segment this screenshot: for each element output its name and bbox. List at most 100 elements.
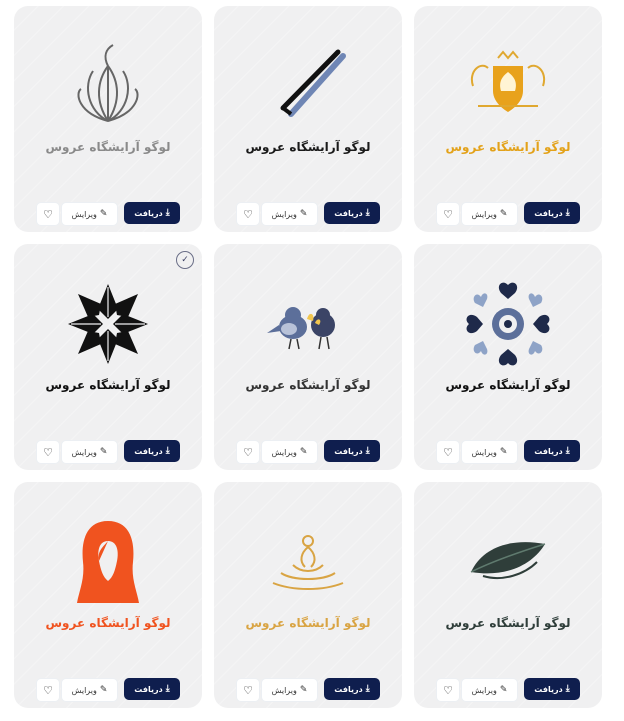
heart-icon: ♡ [243, 207, 253, 221]
download-label: دریافت [134, 446, 163, 456]
gold-meditation-logo [214, 516, 402, 608]
like-button[interactable]: ♡ [236, 678, 260, 702]
card-caption: لوگو آرایشگاه عروس [245, 616, 371, 630]
download-button[interactable]: ⤓ دریافت [324, 440, 380, 462]
card-actions: ♡ ✎ ویرایش ⤓ دریافت [436, 440, 580, 464]
edit-button[interactable]: ✎ ویرایش [61, 440, 118, 464]
logo-card[interactable]: لوگو آرایشگاه عروس ♡ ✎ ویرایش ⤓ دریافت [414, 482, 602, 708]
card-caption: لوگو آرایشگاه عروس [45, 616, 171, 630]
heart-icon: ♡ [443, 683, 453, 697]
download-label: دریافت [334, 446, 363, 456]
snowflake-logo [14, 278, 202, 370]
heart-mandala-logo [414, 278, 602, 370]
card-caption: لوگو آرایشگاه عروس [245, 378, 371, 392]
download-button[interactable]: ⤓ دریافت [524, 678, 580, 700]
download-label: دریافت [534, 446, 563, 456]
download-icon: ⤓ [165, 445, 170, 456]
download-label: دریافت [534, 684, 563, 694]
edit-label: ویرایش [471, 685, 497, 695]
edit-label: ویرایش [71, 209, 97, 219]
pencil-icon: ✎ [299, 208, 308, 219]
edit-button[interactable]: ✎ ویرایش [461, 440, 518, 464]
download-button[interactable]: ⤓ دریافت [124, 440, 180, 462]
edit-label: ویرایش [471, 209, 497, 219]
green-leaf-logo [414, 516, 602, 608]
edit-label: ویرایش [471, 447, 497, 457]
card-caption: لوگو آرایشگاه عروس [445, 140, 571, 154]
download-button[interactable]: ⤓ دریافت [524, 202, 580, 224]
pencil-icon: ✎ [99, 446, 108, 457]
download-button[interactable]: ⤓ دریافت [124, 202, 180, 224]
pencil-icon: ✎ [499, 684, 508, 695]
logo-card[interactable]: لوگو آرایشگاه عروس ♡ ✎ ویرایش ⤓ دریافت [14, 482, 202, 708]
tweezers-logo [214, 40, 402, 132]
pencil-icon: ✎ [99, 208, 108, 219]
like-button[interactable]: ♡ [236, 202, 260, 226]
heart-icon: ♡ [443, 207, 453, 221]
card-caption: لوگو آرایشگاه عروس [45, 378, 171, 392]
pencil-icon: ✎ [99, 684, 108, 695]
logo-card[interactable]: لوگو آرایشگاه عروس ♡ ✎ ویرایش ⤓ دریافت [414, 244, 602, 470]
download-icon: ⤓ [365, 683, 370, 694]
like-button[interactable]: ♡ [36, 678, 60, 702]
heart-icon: ♡ [443, 445, 453, 459]
pencil-icon: ✎ [499, 208, 508, 219]
card-caption: لوگو آرایشگاه عروس [445, 378, 571, 392]
card-caption: لوگو آرایشگاه عروس [445, 616, 571, 630]
download-icon: ⤓ [565, 683, 570, 694]
card-actions: ♡ ✎ ویرایش ⤓ دریافت [36, 440, 180, 464]
download-icon: ⤓ [365, 445, 370, 456]
edit-button[interactable]: ✎ ویرایش [261, 440, 318, 464]
edit-button[interactable]: ✎ ویرایش [261, 678, 318, 702]
download-button[interactable]: ⤓ دریافت [324, 202, 380, 224]
download-label: دریافت [134, 684, 163, 694]
logo-card[interactable]: ✓ لوگو آرایشگاه عروس ♡ ✎ ویرایش ⤓ دریافت [14, 244, 202, 470]
download-button[interactable]: ⤓ دریافت [124, 678, 180, 700]
edit-button[interactable]: ✎ ویرایش [61, 678, 118, 702]
pencil-icon: ✎ [299, 684, 308, 695]
download-icon: ⤓ [565, 207, 570, 218]
logo-card[interactable]: لوگو آرایشگاه عروس ♡ ✎ ویرایش ⤓ دریافت [214, 6, 402, 232]
download-icon: ⤓ [565, 445, 570, 456]
badge-check-icon: ✓ [176, 251, 194, 269]
like-button[interactable]: ♡ [436, 440, 460, 464]
edit-label: ویرایش [271, 447, 297, 457]
edit-button[interactable]: ✎ ویرایش [61, 202, 118, 226]
edit-label: ویرایش [71, 685, 97, 695]
like-button[interactable]: ♡ [36, 440, 60, 464]
edit-label: ویرایش [271, 685, 297, 695]
download-icon: ⤓ [165, 207, 170, 218]
like-button[interactable]: ♡ [36, 202, 60, 226]
edit-label: ویرایش [71, 447, 97, 457]
logo-card[interactable]: لوگو آرایشگاه عروس ♡ ✎ ویرایش ⤓ دریافت [414, 6, 602, 232]
download-label: دریافت [534, 208, 563, 218]
like-button[interactable]: ♡ [236, 440, 260, 464]
like-button[interactable]: ♡ [436, 678, 460, 702]
download-icon: ⤓ [365, 207, 370, 218]
logo-card[interactable]: لوگو آرایشگاه عروس ♡ ✎ ویرایش ⤓ دریافت [14, 6, 202, 232]
card-actions: ♡ ✎ ویرایش ⤓ دریافت [236, 440, 380, 464]
edit-button[interactable]: ✎ ویرایش [461, 678, 518, 702]
lotus-line-logo [14, 40, 202, 132]
edit-button[interactable]: ✎ ویرایش [261, 202, 318, 226]
logo-card[interactable]: لوگو آرایشگاه عروس ♡ ✎ ویرایش ⤓ دریافت [214, 244, 402, 470]
download-label: دریافت [334, 208, 363, 218]
card-actions: ♡ ✎ ویرایش ⤓ دریافت [236, 678, 380, 702]
heart-icon: ♡ [243, 445, 253, 459]
download-button[interactable]: ⤓ دریافت [324, 678, 380, 700]
card-actions: ♡ ✎ ویرایش ⤓ دریافت [236, 202, 380, 226]
gold-crest-logo [414, 40, 602, 132]
edit-label: ویرایش [271, 209, 297, 219]
download-label: دریافت [334, 684, 363, 694]
pencil-icon: ✎ [299, 446, 308, 457]
card-actions: ♡ ✎ ویرایش ⤓ دریافت [436, 202, 580, 226]
download-label: دریافت [134, 208, 163, 218]
heart-icon: ♡ [43, 683, 53, 697]
like-button[interactable]: ♡ [436, 202, 460, 226]
logo-card[interactable]: لوگو آرایشگاه عروس ♡ ✎ ویرایش ⤓ دریافت [214, 482, 402, 708]
download-icon: ⤓ [165, 683, 170, 694]
download-button[interactable]: ⤓ دریافت [524, 440, 580, 462]
card-actions: ♡ ✎ ویرایش ⤓ دریافت [436, 678, 580, 702]
edit-button[interactable]: ✎ ویرایش [461, 202, 518, 226]
card-caption: لوگو آرایشگاه عروس [245, 140, 371, 154]
